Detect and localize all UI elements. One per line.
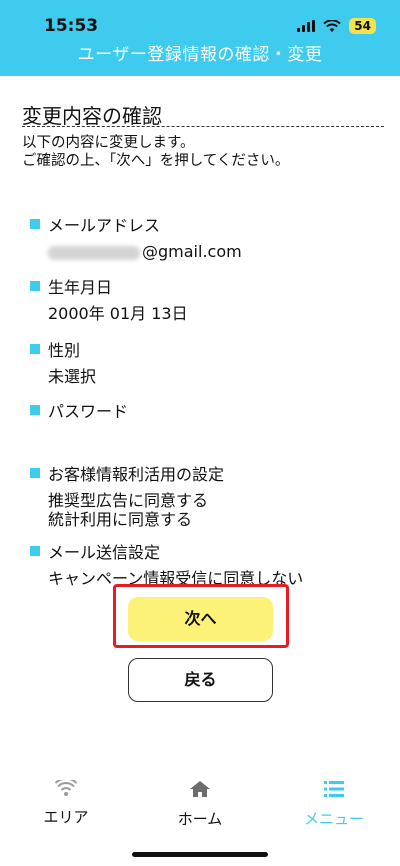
mail-settings-label: メール送信設定 [48,543,161,562]
section-password: パスワード [30,398,128,422]
intro-line-2: ご確認の上、「次へ」を押してください。 [22,153,290,169]
page-title: 変更内容の確認 [22,104,162,128]
header-title: ユーザー登録情報の確認・変更 [77,45,323,65]
customer-info-line-1: 推奨型広告に同意する [48,491,209,510]
tab-area[interactable]: エリア [6,777,126,827]
section-gender: 性別 未選択 [30,337,96,386]
gender-value: 未選択 [48,367,97,386]
tab-home-label: ホーム [177,810,223,828]
bullet-icon [30,546,40,556]
password-label: パスワード [48,402,129,421]
next-button[interactable]: 次へ [128,597,273,641]
app-header: 15:53 54 ユーザー登録情報の確認・変更 [0,0,400,76]
intro-text: 以下の内容に変更します。 ご確認の上、「次へ」を押してください。 [22,134,289,170]
section-customer-info: お客様情報利活用の設定 推奨型広告に同意する 統計利用に同意する [30,461,224,529]
tab-bar: エリア ホーム メニュー [0,777,400,840]
signal-icon [297,20,316,32]
tab-area-label: エリア [43,808,89,826]
section-mail-settings: メール送信設定 キャンペーン情報受信に同意しない [30,539,303,588]
customer-info-line-2: 統計利用に同意する [48,510,193,529]
home-icon [190,781,210,797]
birthdate-label: 生年月日 [48,278,113,297]
status-icons: 54 [297,18,376,34]
status-time: 15:53 [44,16,99,36]
tab-home[interactable]: ホーム [140,780,260,829]
bullet-icon [30,405,40,415]
section-email: メールアドレス @gmail.com [30,212,242,261]
gender-label: 性別 [48,341,81,360]
birthdate-value: 2000年 01月 13日 [48,304,188,323]
battery-icon: 54 [349,18,376,34]
title-underline [22,126,384,127]
bullet-icon [30,281,40,291]
home-indicator [132,852,268,857]
bullet-icon [30,344,40,354]
email-value-suffix: @gmail.com [142,242,242,261]
section-birthdate: 生年月日 2000年 01月 13日 [30,274,188,323]
customer-info-label: お客様情報利活用の設定 [48,465,225,484]
blurred-email-username [48,245,140,260]
back-button[interactable]: 戻る [128,658,273,702]
tab-menu[interactable]: メニュー [274,780,394,829]
bullet-icon [30,219,40,229]
intro-line-1: 以下の内容に変更します。 [22,135,195,151]
bullet-icon [30,468,40,478]
tab-menu-label: メニュー [303,810,364,828]
menu-list-icon [324,781,344,797]
email-label: メールアドレス [48,216,161,235]
wifi-icon [323,19,342,32]
wifi-area-icon [54,777,78,796]
